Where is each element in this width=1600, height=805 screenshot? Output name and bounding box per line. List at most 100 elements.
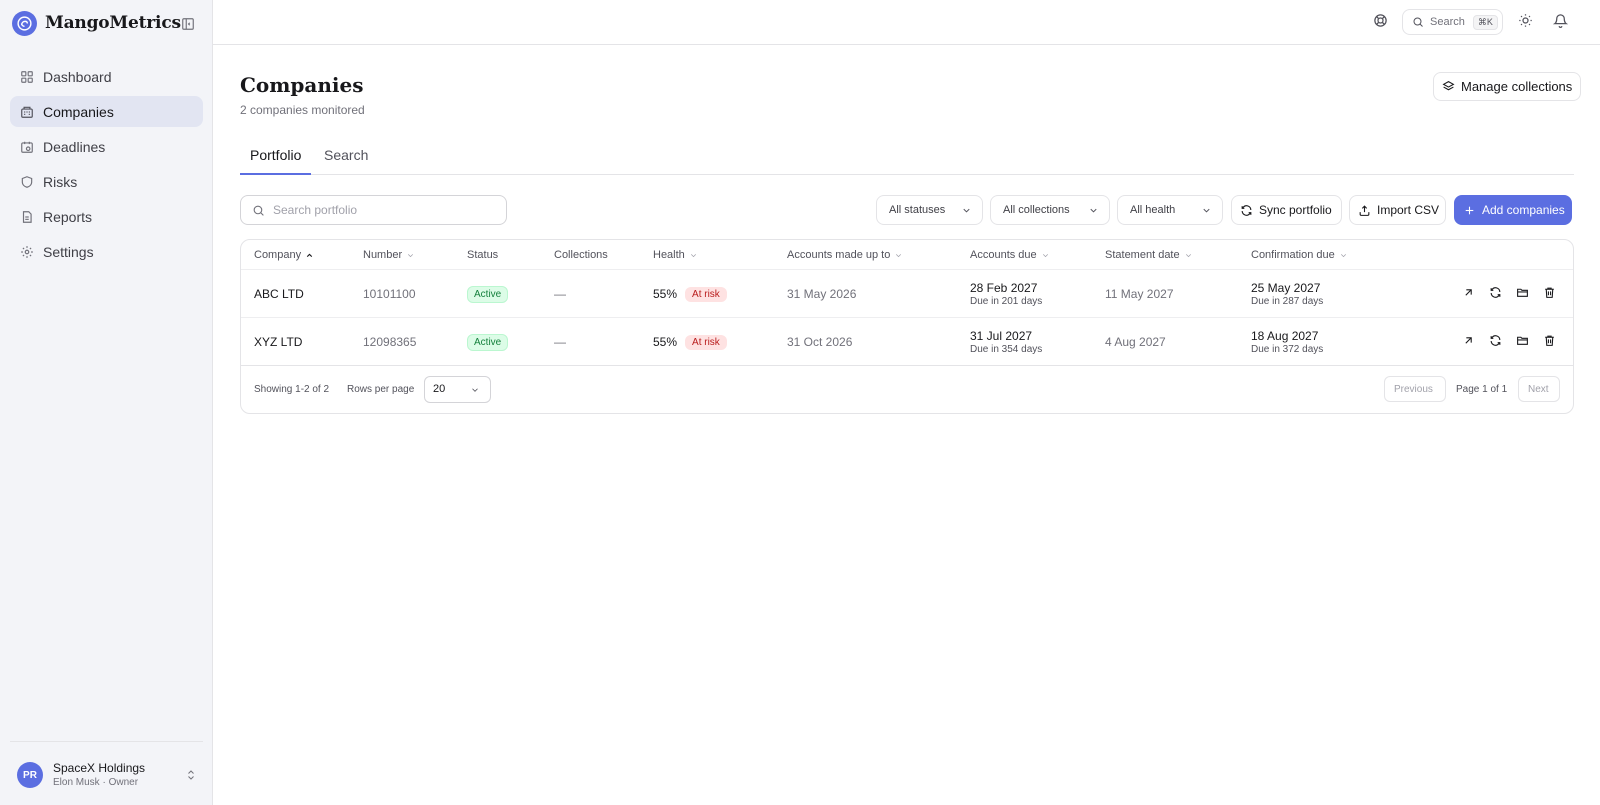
support-icon[interactable] bbox=[1373, 13, 1389, 29]
risk-badge: At risk bbox=[685, 334, 727, 350]
sidebar-item-dashboard[interactable]: Dashboard bbox=[10, 61, 203, 92]
chevron-down-icon bbox=[1042, 253, 1048, 257]
portfolio-search-input[interactable] bbox=[273, 203, 493, 217]
column-header-confirmation-due[interactable]: Confirmation due bbox=[1251, 249, 1348, 261]
sidebar-collapse-icon[interactable] bbox=[181, 17, 195, 31]
sidebar-item-risks[interactable]: Risks bbox=[10, 166, 203, 197]
sidebar-nav: Dashboard Companies Deadlines Risks Repo… bbox=[10, 61, 203, 271]
table-row[interactable]: XYZ LTD 12098365 Active — 55% At risk 31… bbox=[241, 317, 1573, 366]
column-header-label: Collections bbox=[554, 249, 608, 261]
topbar: Search ⌘K bbox=[213, 0, 1600, 45]
account-switcher[interactable]: PR SpaceX Holdings Elon Musk · Owner bbox=[17, 760, 203, 790]
company-name[interactable]: XYZ LTD bbox=[254, 318, 302, 366]
status-filter-select[interactable]: All statuses bbox=[876, 195, 983, 225]
company-number: 12098365 bbox=[363, 335, 417, 349]
health-filter-select[interactable]: All health bbox=[1117, 195, 1223, 225]
import-csv-label: Import CSV bbox=[1377, 203, 1440, 217]
page-info: Page 1 of 1 bbox=[1456, 384, 1508, 395]
column-header-number[interactable]: Number bbox=[363, 249, 415, 261]
folder-icon[interactable] bbox=[1516, 334, 1530, 348]
brand[interactable]: MangoMetrics bbox=[12, 10, 181, 36]
column-header-label: Status bbox=[467, 249, 499, 261]
sidebar-item-companies[interactable]: Companies bbox=[10, 96, 203, 127]
manage-collections-button[interactable]: Manage collections bbox=[1433, 72, 1582, 101]
sidebar-item-label: Risks bbox=[43, 173, 78, 190]
next-page-button[interactable]: Next bbox=[1518, 376, 1560, 402]
column-header-company[interactable]: Company bbox=[254, 249, 314, 261]
bell-icon[interactable] bbox=[1552, 13, 1569, 29]
open-external-icon[interactable] bbox=[1462, 334, 1476, 348]
column-header-label: Health bbox=[653, 249, 685, 261]
portfolio-search bbox=[240, 195, 507, 225]
column-header-collections: Collections bbox=[554, 249, 608, 261]
column-header-label: Company bbox=[254, 249, 302, 261]
column-header-statement-date[interactable]: Statement date bbox=[1105, 249, 1193, 261]
sidebar-item-deadlines[interactable]: Deadlines bbox=[10, 131, 203, 162]
rows-per-page-value: 20 bbox=[433, 383, 446, 395]
sun-icon[interactable] bbox=[1518, 13, 1534, 29]
row-actions bbox=[1462, 286, 1570, 300]
status-badge: Active bbox=[467, 285, 509, 303]
global-search-label: Search bbox=[1430, 16, 1465, 28]
sidebar-item-settings[interactable]: Settings bbox=[10, 236, 203, 267]
statement-date: 11 May 2027 bbox=[1105, 287, 1174, 301]
chevron-down-icon bbox=[1340, 253, 1346, 257]
sync-portfolio-button[interactable]: Sync portfolio bbox=[1231, 195, 1342, 225]
row-actions bbox=[1462, 334, 1570, 348]
chevron-down-icon bbox=[1203, 208, 1210, 213]
collections-value: — bbox=[554, 335, 566, 349]
account-name: SpaceX Holdings bbox=[53, 761, 146, 775]
trash-icon[interactable] bbox=[1543, 334, 1557, 348]
column-header-label: Number bbox=[363, 249, 403, 261]
add-companies-button[interactable]: Add companies bbox=[1454, 195, 1572, 225]
chevron-up-down-icon bbox=[185, 768, 197, 782]
company-name[interactable]: ABC LTD bbox=[254, 270, 304, 318]
confirmation-due-note: Due in 372 days bbox=[1251, 344, 1324, 355]
refresh-icon[interactable] bbox=[1489, 286, 1503, 300]
mango-logo-icon bbox=[12, 10, 37, 36]
calendar-clock-icon bbox=[21, 141, 33, 153]
gear-icon bbox=[21, 245, 33, 258]
collections-value: — bbox=[554, 287, 566, 301]
account-subtitle: Elon Musk · Owner bbox=[53, 777, 139, 788]
company-number: 10101100 bbox=[363, 287, 416, 301]
accounts-due-date: 31 Jul 2027 bbox=[970, 329, 1033, 343]
table-row[interactable]: ABC LTD 10101100 Active — 55% At risk 31… bbox=[241, 269, 1573, 318]
manage-collections-label: Manage collections bbox=[1461, 79, 1573, 94]
trash-icon[interactable] bbox=[1543, 286, 1557, 300]
refresh-icon[interactable] bbox=[1489, 334, 1503, 348]
building-icon bbox=[21, 106, 33, 118]
previous-page-button[interactable]: Previous bbox=[1384, 376, 1446, 402]
chevron-down-icon bbox=[963, 208, 970, 213]
accounts-due-note: Due in 354 days bbox=[970, 344, 1043, 355]
sidebar-item-reports[interactable]: Reports bbox=[10, 201, 203, 232]
accounts-made-up-to: 31 May 2026 bbox=[787, 287, 857, 301]
global-search-button[interactable]: Search ⌘K bbox=[1402, 9, 1503, 35]
chevron-down-icon bbox=[1090, 208, 1097, 213]
rows-per-page-select[interactable]: 20 bbox=[424, 376, 491, 403]
chevron-down-icon bbox=[690, 253, 696, 257]
collections-filter-value: All collections bbox=[1003, 204, 1070, 216]
chevron-down-icon bbox=[408, 253, 414, 257]
layers-icon bbox=[1442, 81, 1455, 91]
open-external-icon[interactable] bbox=[1462, 286, 1476, 300]
confirmation-due-date: 18 Aug 2027 bbox=[1251, 329, 1319, 343]
tab-bar: Portfolio Search bbox=[240, 141, 1574, 175]
column-header-label: Accounts due bbox=[970, 249, 1037, 261]
table-footer: Showing 1-2 of 2 Rows per page 20 Previo… bbox=[241, 365, 1573, 413]
chevron-down-icon bbox=[472, 388, 478, 392]
collections-filter-select[interactable]: All collections bbox=[990, 195, 1110, 225]
accounts-made-up-to: 31 Oct 2026 bbox=[787, 335, 853, 349]
column-header-accounts-due[interactable]: Accounts due bbox=[970, 249, 1050, 261]
add-companies-label: Add companies bbox=[1482, 203, 1565, 217]
status-badge: Active bbox=[467, 333, 509, 351]
tab-portfolio[interactable]: Portfolio bbox=[240, 141, 312, 175]
confirmation-due-date: 25 May 2027 bbox=[1251, 281, 1321, 295]
column-header-health[interactable]: Health bbox=[653, 249, 698, 261]
column-header-accounts-made-up-to[interactable]: Accounts made up to bbox=[787, 249, 903, 261]
sidebar-item-label: Settings bbox=[43, 243, 94, 260]
tab-search[interactable]: Search bbox=[314, 141, 378, 175]
folder-icon[interactable] bbox=[1516, 286, 1530, 300]
companies-table: Company Number Status Collections Health… bbox=[240, 239, 1574, 414]
import-csv-button[interactable]: Import CSV bbox=[1349, 195, 1446, 225]
